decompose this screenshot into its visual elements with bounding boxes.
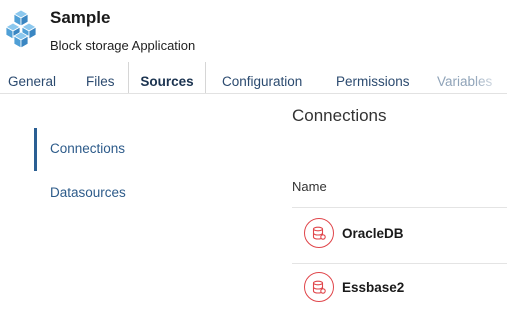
tab-general[interactable]: General [8,62,56,93]
sidebar-item-datasources[interactable]: Datasources [50,185,126,200]
row-divider [292,263,507,264]
tab-bar: General Files Sources Configuration Perm… [0,62,507,94]
sidebar-item-connections[interactable]: Connections [50,141,125,156]
app-title: Sample [50,8,111,27]
tab-permissions[interactable]: Permissions [336,62,410,93]
app-subtitle: Block storage Application [50,38,196,53]
column-header-name[interactable]: Name [292,179,327,194]
connection-name[interactable]: OracleDB [342,226,404,241]
tab-variables[interactable]: Variables [437,62,492,93]
tab-divider [0,93,507,94]
tab-configuration[interactable]: Configuration [222,62,302,93]
row-divider [292,207,507,208]
tab-files[interactable]: Files [86,62,115,93]
page-title: Connections [292,106,387,125]
connection-name[interactable]: Essbase2 [342,280,404,295]
sidebar-selected-indicator [34,128,37,171]
database-icon [304,272,334,302]
tab-sources[interactable]: Sources [128,62,206,93]
cubes-icon [5,9,37,48]
database-icon [304,218,334,248]
